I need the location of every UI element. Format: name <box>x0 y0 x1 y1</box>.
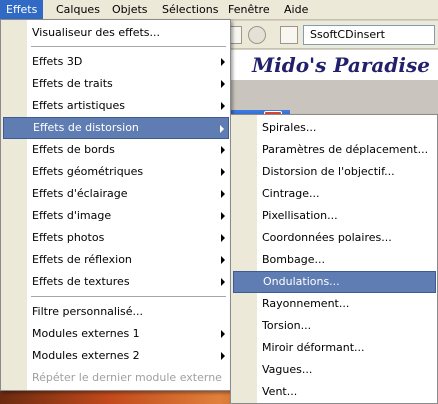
menu-aide[interactable]: Aide <box>278 0 314 20</box>
menu-item-effets-textures[interactable]: Effets de textures <box>3 271 229 293</box>
menubar: Effets Calques Objets Sélections Fenêtre… <box>0 0 438 20</box>
insert-icon[interactable] <box>280 26 298 44</box>
image-banner: Mido's Paradise <box>230 50 438 80</box>
menu-item-effets-bords[interactable]: Effets de bords <box>3 139 229 161</box>
submenu-item-ondulations[interactable]: Ondulations... <box>233 271 436 293</box>
menu-item-filtre-personnalise[interactable]: Filtre personnalisé... <box>3 301 229 323</box>
menu-item-effets-image[interactable]: Effets d'image <box>3 205 229 227</box>
submenu-item-spirales[interactable]: Spirales... <box>233 117 436 139</box>
chevron-right-icon <box>221 352 225 360</box>
preset-field[interactable]: SsoftCDinsert <box>303 25 435 45</box>
menu-item-modules-externes-2[interactable]: Modules externes 2 <box>3 345 229 367</box>
submenu-item-distorsion-objectif[interactable]: Distorsion de l'objectif... <box>233 161 436 183</box>
menu-item-effets-eclairage[interactable]: Effets d'éclairage <box>3 183 229 205</box>
chevron-right-icon <box>220 125 224 133</box>
submenu-item-pixellisation[interactable]: Pixellisation... <box>233 205 436 227</box>
submenu-item-miroir-deformant[interactable]: Miroir déformant... <box>233 337 436 359</box>
menu-effets[interactable]: Effets <box>0 0 44 20</box>
menu-item-effets-artistiques[interactable]: Effets artistiques <box>3 95 229 117</box>
menu-item-effets-photos[interactable]: Effets photos <box>3 227 229 249</box>
submenu-item-vagues[interactable]: Vagues... <box>233 359 436 381</box>
chevron-right-icon <box>221 256 225 264</box>
chevron-right-icon <box>221 330 225 338</box>
submenu-item-rayonnement[interactable]: Rayonnement... <box>233 293 436 315</box>
effects-menu: Visualiseur des effets... Effets 3D Effe… <box>0 19 231 391</box>
menu-item-effets-distorsion[interactable]: Effets de distorsion <box>3 117 229 139</box>
chevron-right-icon <box>221 102 225 110</box>
menu-item-effets-3d[interactable]: Effets 3D <box>3 51 229 73</box>
chevron-right-icon <box>221 168 225 176</box>
menu-separator <box>31 296 226 297</box>
chevron-right-icon <box>221 190 225 198</box>
menu-item-effets-geometriques[interactable]: Effets géométriques <box>3 161 229 183</box>
distortion-submenu: Spirales... Paramètres de déplacement...… <box>230 114 438 404</box>
chevron-right-icon <box>221 278 225 286</box>
menu-objets[interactable]: Objets <box>106 0 154 20</box>
submenu-item-coordonnees-polaires[interactable]: Coordonnées polaires... <box>233 227 436 249</box>
menu-item-effects-viewer[interactable]: Visualiseur des effets... <box>3 22 229 44</box>
chevron-right-icon <box>221 58 225 66</box>
chevron-right-icon <box>221 146 225 154</box>
menu-fenetre[interactable]: Fenêtre <box>222 0 276 20</box>
submenu-item-vent[interactable]: Vent... <box>233 381 436 403</box>
disabled-circle-icon[interactable] <box>248 26 266 44</box>
menu-item-repeter-module: Répéter le dernier module externe <box>32 371 222 384</box>
menu-item-effets-reflexion[interactable]: Effets de réflexion <box>3 249 229 271</box>
menu-item-effets-traits[interactable]: Effets de traits <box>3 73 229 95</box>
chevron-right-icon <box>221 234 225 242</box>
chevron-right-icon <box>221 212 225 220</box>
submenu-item-cintrage[interactable]: Cintrage... <box>233 183 436 205</box>
chevron-right-icon <box>221 80 225 88</box>
submenu-item-parametres-deplacement[interactable]: Paramètres de déplacement... <box>233 139 436 161</box>
submenu-item-torsion[interactable]: Torsion... <box>233 315 436 337</box>
menu-selections[interactable]: Sélections <box>156 0 224 20</box>
menu-separator <box>31 46 226 47</box>
menu-calques[interactable]: Calques <box>50 0 106 20</box>
submenu-item-bombage[interactable]: Bombage... <box>233 249 436 271</box>
menu-item-modules-externes-1[interactable]: Modules externes 1 <box>3 323 229 345</box>
